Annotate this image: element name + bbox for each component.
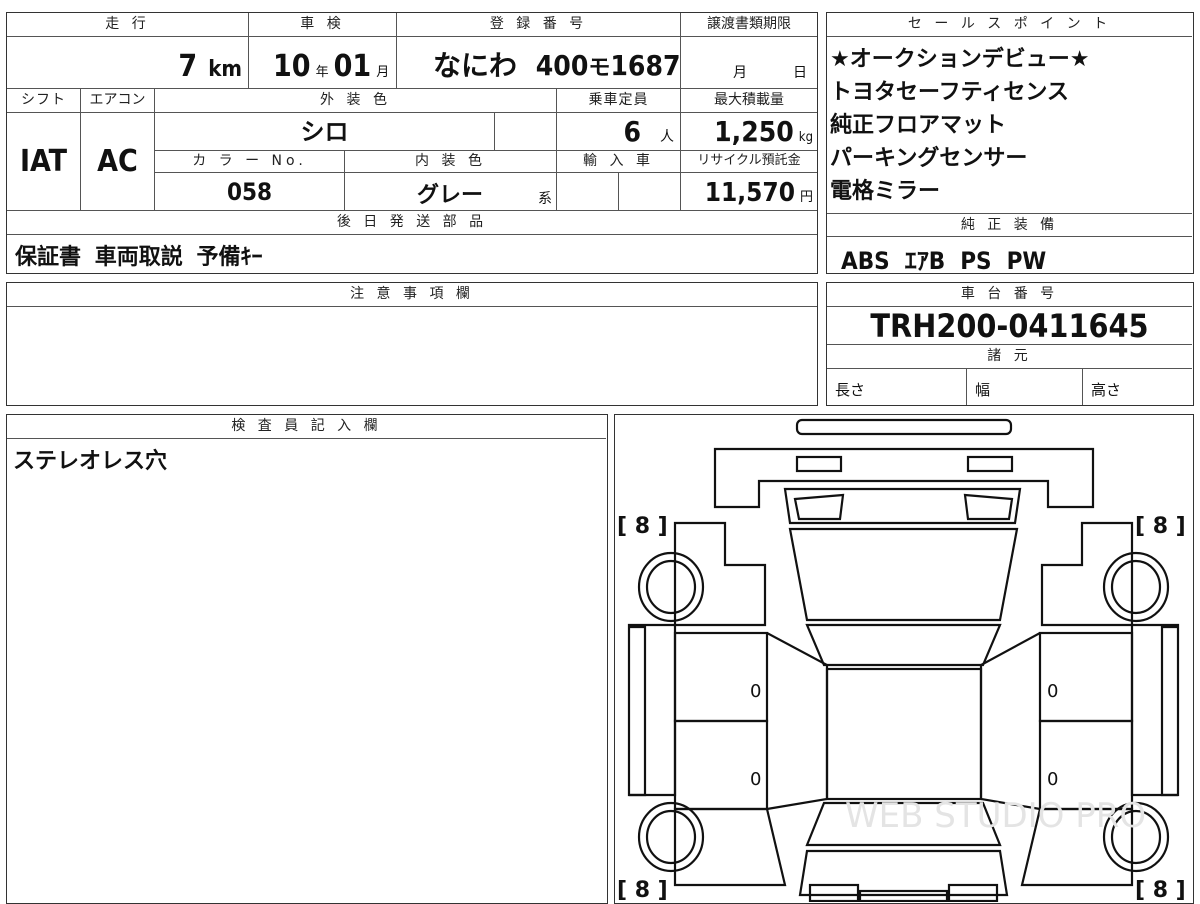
interior-color-header: 内 装 色: [345, 151, 557, 173]
tire-label-front-left: [ 8 ]: [617, 514, 668, 539]
notes-header: 注 意 事 項 欄: [7, 283, 817, 307]
car-diagram-panel: [ 8 ] [ 8 ] [ 8 ] [ 8 ] 0 0 0 0 WEB STUD…: [614, 414, 1194, 904]
mileage-cell: 7 km: [7, 37, 249, 89]
sales-point-item: パーキングセンサー: [830, 146, 1028, 171]
specs-header: 諸 元: [827, 345, 1192, 369]
mileage-header: 走 行: [7, 13, 249, 37]
capacity-value: 6: [623, 115, 641, 148]
recycle-unit: 円: [799, 190, 813, 205]
spec-height: 高さ: [1083, 369, 1192, 405]
mileage-value: 7: [178, 49, 198, 84]
watermark: WEB STUDIO PRO: [845, 796, 1146, 836]
spec-length-label: 長さ: [835, 381, 866, 399]
later-parts-value: 保証書 車両取説 予備ｷｰ: [15, 245, 263, 270]
inspection-header: 車 検: [249, 13, 397, 37]
registration-area: なにわ: [433, 49, 518, 82]
exterior-color-value: シロ: [155, 113, 495, 151]
max-load-header: 最大積載量: [681, 89, 817, 113]
inspection-month-unit: 月: [376, 65, 390, 80]
transfer-day-unit: 日: [793, 65, 807, 81]
capacity-unit: 人: [660, 129, 674, 145]
color-no-header: カ ラ ー No.: [155, 151, 345, 173]
standard-equipment-header: 純 正 装 備: [827, 213, 1192, 237]
exterior-color-header: 外 装 色: [155, 89, 557, 113]
tire-label-rear-left: [ 8 ]: [617, 878, 668, 902]
standard-equipment-value: ABS ｴｱB PS PW: [841, 247, 1047, 275]
exterior-color-extra: [495, 113, 557, 151]
import-cell-1: [557, 173, 619, 211]
sales-point-item: 電格ミラー: [830, 179, 941, 204]
recycle-header: リサイクル預託金: [681, 151, 817, 173]
registration-serial: 1687: [610, 49, 681, 82]
interior-color-suffix: 系: [538, 191, 552, 207]
car-diagram: [ 8 ] [ 8 ] [ 8 ] [ 8 ] 0 0 0 0 WEB STUD…: [617, 418, 1186, 902]
capacity-cell: 6 人: [557, 113, 681, 151]
inspection-month: 01: [333, 49, 372, 84]
import-cell-2: [619, 173, 681, 211]
max-load-cell: 1,250 kg: [681, 113, 817, 151]
registration-number: 400: [535, 49, 589, 82]
aircon-header: エアコン: [81, 89, 155, 113]
inspector-note: ステレオレス穴: [13, 449, 168, 474]
interior-color-cell: グレー 系: [345, 173, 557, 211]
inspector-header: 検 査 員 記 入 欄: [7, 415, 606, 439]
spec-length: 長さ: [827, 369, 967, 405]
spec-width-label: 幅: [975, 381, 991, 399]
shift-value: IAT: [7, 113, 81, 211]
sales-points-header: セ ー ル ス ポ イ ン ト: [827, 13, 1192, 37]
chassis-no-value: TRH200-0411645: [827, 307, 1192, 345]
sales-point-item: ★オークションデビュー★: [830, 47, 1090, 72]
notes-panel: 注 意 事 項 欄: [6, 282, 818, 406]
chassis-no-header: 車 台 番 号: [827, 283, 1192, 307]
inspection-year-unit: 年: [315, 65, 329, 80]
spec-width: 幅: [967, 369, 1083, 405]
inspection-cell: 10 年 01 月: [249, 37, 397, 89]
chassis-panel: 車 台 番 号 TRH200-0411645 諸 元 長さ 幅 高さ: [826, 282, 1194, 406]
import-header: 輸 入 車: [557, 151, 681, 173]
panel-mark-rear-right-door: 0: [1047, 769, 1058, 790]
spec-height-label: 高さ: [1091, 381, 1122, 399]
transfer-month-unit: 月: [733, 65, 747, 81]
vehicle-info-table: 走 行 車 検 登 録 番 号 譲渡書類期限 7 km 10 年 01 月 なに…: [6, 12, 818, 274]
tire-label-rear-right: [ 8 ]: [1135, 878, 1186, 902]
aircon-value: AC: [81, 113, 155, 211]
max-load-unit: kg: [798, 130, 813, 145]
transfer-deadline-cell: 月 日: [681, 37, 817, 89]
sales-point-item: トヨタセーフティセンス: [830, 80, 1069, 105]
capacity-header: 乗車定員: [557, 89, 681, 113]
registration-cell: なにわ 400モ1687: [397, 37, 681, 89]
sales-points-list: ★オークションデビュー★ トヨタセーフティセンス 純正フロアマット パーキングセ…: [827, 43, 1089, 208]
tire-label-front-right: [ 8 ]: [1135, 514, 1186, 539]
panel-mark-front-right-door: 0: [1047, 681, 1058, 702]
transfer-deadline-header: 譲渡書類期限: [681, 13, 817, 37]
shift-header: シフト: [7, 89, 81, 113]
inspection-year: 10: [273, 49, 311, 84]
color-no-value: 058: [155, 173, 345, 211]
panel-mark-front-left-door: 0: [750, 681, 761, 702]
inspector-panel: 検 査 員 記 入 欄 ステレオレス穴: [6, 414, 608, 904]
sales-points-panel: セ ー ル ス ポ イ ン ト ★オークションデビュー★ トヨタセーフティセンス…: [826, 12, 1194, 275]
registration-header: 登 録 番 号: [397, 13, 681, 37]
sales-point-item: 純正フロアマット: [830, 113, 1007, 138]
mileage-unit: km: [208, 57, 242, 82]
registration-kana: モ: [588, 56, 611, 81]
panel-mark-rear-left-door: 0: [750, 769, 761, 790]
later-parts-header: 後 日 発 送 部 品: [7, 211, 817, 235]
interior-color-value: グレー: [417, 183, 484, 208]
recycle-cell: 11,570 円: [681, 173, 817, 211]
max-load-value: 1,250: [714, 115, 794, 148]
recycle-value: 11,570: [704, 178, 795, 208]
